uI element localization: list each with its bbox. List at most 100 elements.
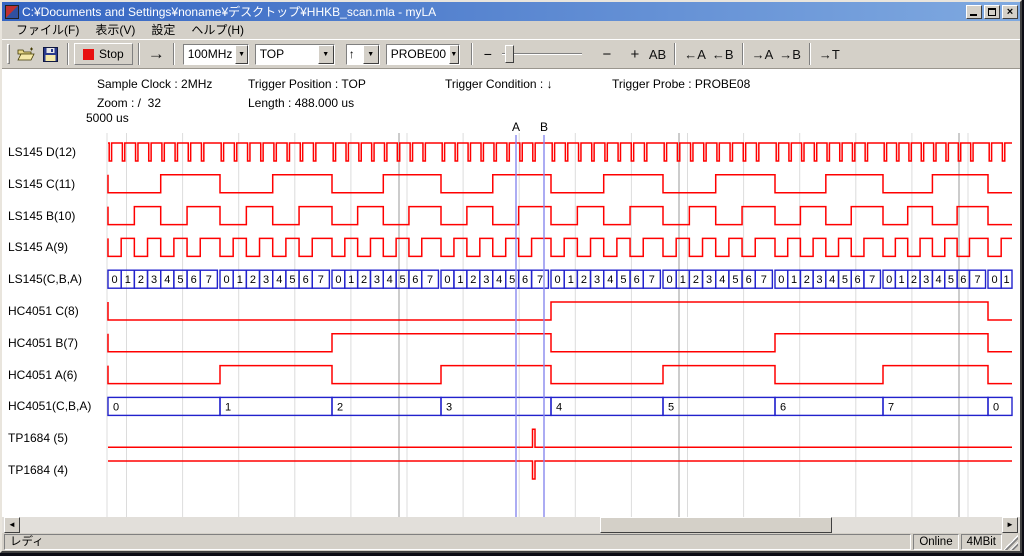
zoom-slider-minus-label: − (484, 46, 492, 62)
zoom-ab-button[interactable]: AB (646, 43, 669, 65)
bus-value: 1 (457, 274, 463, 286)
cursor-label-a: A (512, 120, 520, 134)
trigger-probe-select[interactable]: PROBE00 ▼ (386, 44, 460, 65)
toolbar-separator (742, 43, 744, 65)
run-button[interactable]: → (145, 43, 168, 65)
sample-clock-select[interactable]: 100MHz ▼ (183, 44, 249, 65)
goto-cursor-b-right-button[interactable]: →B (776, 43, 804, 65)
bus-cell (775, 397, 883, 415)
bus-value: 3 (706, 274, 712, 286)
signal-trace (108, 366, 1012, 384)
goto-trigger-button[interactable]: →T (816, 43, 843, 65)
scroll-left-arrow[interactable]: ◄ (4, 517, 20, 533)
bus-value: 5 (842, 274, 848, 286)
open-file-button[interactable] (14, 43, 38, 65)
bus-value: 2 (693, 274, 699, 286)
toolbar-grip[interactable] (7, 44, 10, 64)
bus-value: 5 (289, 274, 295, 286)
goto-cursor-b-left-button[interactable]: ←B (709, 43, 737, 65)
bus-value: 4 (719, 274, 725, 286)
toolbar-separator (809, 43, 811, 65)
toolbar-separator (67, 43, 69, 65)
bus-value: 1 (237, 274, 243, 286)
scroll-right-arrow[interactable]: ► (1002, 517, 1018, 533)
toolbar-separator (471, 43, 473, 65)
bus-value: 7 (869, 274, 875, 286)
status-online-badge: Online (913, 534, 958, 550)
goto-cursor-a-left-button[interactable]: ←A (681, 43, 709, 65)
bus-value: 0 (993, 401, 999, 413)
bus-value: 0 (667, 274, 673, 286)
zoom-slider[interactable] (496, 43, 582, 65)
menu-file[interactable]: ファイル(F) (8, 20, 87, 40)
bus-value: 2 (337, 401, 343, 413)
bus-value: 5 (177, 274, 183, 286)
signal-trace (108, 429, 1012, 447)
bus-value: 1 (225, 401, 231, 413)
chevron-down-icon[interactable]: ▼ (449, 45, 459, 64)
horizontal-scrollbar[interactable]: ◄ ► (2, 517, 1020, 533)
bus-value: 0 (992, 274, 998, 286)
bus-value: 6 (412, 274, 418, 286)
zoom-slider-track (502, 53, 582, 55)
bus-value: 2 (138, 274, 144, 286)
trigger-edge-select[interactable]: ↑ ▼ (346, 44, 380, 65)
goto-cursor-a-right-button[interactable]: →A (749, 43, 777, 65)
minimize-button[interactable] (966, 5, 982, 19)
bus-value: 0 (112, 274, 118, 286)
bus-value: 2 (804, 274, 810, 286)
bus-value: 6 (634, 274, 640, 286)
chevron-down-icon[interactable]: ▼ (318, 45, 334, 64)
menu-help[interactable]: ヘルプ(H) (183, 20, 252, 40)
close-button[interactable]: × (1002, 5, 1018, 19)
bus-value: 3 (923, 274, 929, 286)
window-title: C:¥Documents and Settings¥noname¥デスクトップ¥… (22, 3, 966, 20)
trigger-position-select[interactable]: TOP ▼ (255, 44, 335, 65)
resize-grip-icon[interactable] (1004, 534, 1018, 550)
bus-value: 5 (732, 274, 738, 286)
bus-value: 2 (361, 274, 367, 286)
bus-value: 1 (348, 274, 354, 286)
scrollbar-thumb[interactable] (600, 517, 832, 533)
zoom-in-button[interactable]: + (624, 43, 646, 65)
bus-value: 1 (898, 274, 904, 286)
bus-value: 4 (276, 274, 282, 286)
chevron-down-icon[interactable]: ▼ (235, 45, 247, 64)
cursor-label-b: B (540, 120, 548, 134)
maximize-button[interactable] (984, 5, 1000, 19)
bus-cell (883, 397, 988, 415)
bus-cell (988, 397, 1012, 415)
bus-cell (220, 397, 332, 415)
bus-value: 3 (816, 274, 822, 286)
app-icon (5, 5, 19, 19)
bus-value: 5 (948, 274, 954, 286)
signal-trace (108, 334, 1012, 352)
menu-settings[interactable]: 設定 (143, 20, 183, 40)
bus-value: 7 (649, 274, 655, 286)
bus-value: 3 (446, 401, 452, 413)
minimize-icon (970, 14, 977, 16)
bus-value: 3 (151, 274, 157, 286)
status-bar: レディ Online 4MBit (2, 533, 1020, 551)
bus-value: 4 (387, 274, 393, 286)
bus-value: 3 (263, 274, 269, 286)
bus-value: 7 (427, 274, 433, 286)
bus-value: 3 (594, 274, 600, 286)
bus-value: 7 (206, 274, 212, 286)
status-memory-badge: 4MBit (961, 534, 1002, 550)
toolbar-separator (674, 43, 676, 65)
save-button[interactable] (38, 43, 62, 65)
bus-value: 1 (680, 274, 686, 286)
bus-value: 1 (125, 274, 131, 286)
bus-value: 7 (888, 401, 894, 413)
signal-trace (108, 238, 1012, 256)
chevron-down-icon[interactable]: ▼ (363, 45, 379, 64)
menu-view[interactable]: 表示(V) (87, 20, 143, 40)
zoom-slider-thumb[interactable] (505, 45, 514, 63)
stop-button[interactable]: Stop (74, 43, 133, 65)
zoom-out-button[interactable]: − (596, 43, 618, 65)
bus-value: 1 (1004, 274, 1010, 286)
waveform-canvas[interactable]: 0123456701234567012345670123456701234567… (2, 69, 1020, 517)
bus-value: 0 (555, 274, 561, 286)
signal-trace (108, 175, 1012, 193)
